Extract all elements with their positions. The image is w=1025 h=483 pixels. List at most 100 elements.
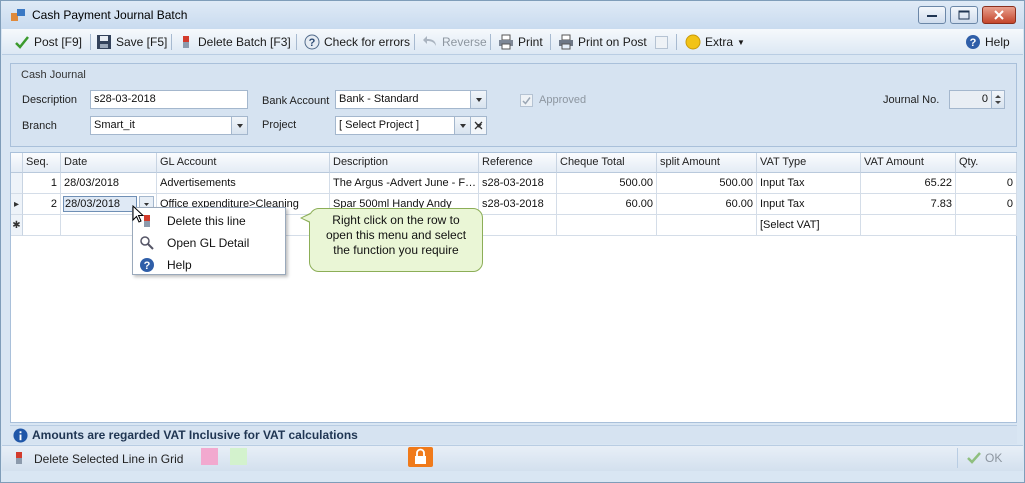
cell-description[interactable]: The Argus -Advert June - F…	[330, 173, 479, 194]
cell-seq[interactable]	[23, 215, 61, 236]
column-header-description[interactable]: Description	[330, 153, 479, 173]
column-header-gl-account[interactable]: GL Account	[157, 153, 330, 173]
print-label: Print	[518, 35, 543, 49]
cell-cheque-total[interactable]: 60.00	[557, 194, 657, 215]
current-row-indicator[interactable]: ▸	[11, 194, 23, 215]
help-button[interactable]: ? Help	[965, 32, 1010, 52]
green-color-swatch	[230, 448, 247, 465]
info-icon	[13, 428, 28, 443]
column-header-vat-type[interactable]: VAT Type	[757, 153, 861, 173]
svg-text:?: ?	[309, 37, 316, 49]
project-clear-button[interactable]	[470, 116, 487, 135]
lock-button[interactable]	[408, 447, 433, 467]
row-indicator[interactable]	[11, 173, 23, 194]
cell-qty[interactable]: 0	[956, 194, 1017, 215]
journal-no-spinner[interactable]	[991, 90, 1005, 109]
project-dropdown-button[interactable]	[454, 116, 471, 135]
check-errors-button[interactable]: ? Check for errors	[304, 32, 410, 52]
cell-split-amount[interactable]	[657, 215, 757, 236]
cell-qty[interactable]	[956, 215, 1017, 236]
project-select[interactable]: [ Select Project ]	[335, 116, 455, 135]
cell-date[interactable]: 28/03/2018	[61, 173, 157, 194]
checkmark-icon	[522, 97, 531, 105]
toolbar-separator	[490, 34, 491, 50]
print-on-post-button[interactable]: Print on Post	[558, 32, 668, 52]
window-title: Cash Payment Journal Batch	[32, 8, 188, 22]
cell-vat-amount[interactable]: 65.22	[861, 173, 956, 194]
status-text: Delete Selected Line in Grid	[34, 452, 184, 466]
title-bar: Cash Payment Journal Batch	[1, 1, 1024, 29]
cell-vat-amount[interactable]: 7.83	[861, 194, 956, 215]
cell-vat-type[interactable]: [Select VAT]	[757, 215, 861, 236]
delete-batch-label: Delete Batch [F3]	[198, 35, 291, 49]
callout-line: Right click on the row to	[332, 213, 460, 227]
bank-account-dropdown-button[interactable]	[470, 90, 487, 109]
grid-corner	[11, 153, 23, 173]
maximize-button[interactable]	[950, 6, 978, 24]
reverse-button[interactable]: Reverse	[422, 32, 487, 52]
print-on-post-checkbox[interactable]	[654, 35, 668, 49]
tooltip-callout: Right click on the row to open this menu…	[300, 208, 483, 272]
bank-account-select[interactable]: Bank - Standard	[335, 90, 471, 109]
cell-vat-type[interactable]: Input Tax	[757, 173, 861, 194]
column-header-qty[interactable]: Qty.	[956, 153, 1017, 173]
cell-gl-account[interactable]: Advertisements	[157, 173, 330, 194]
app-icon	[11, 9, 25, 21]
clear-x-icon	[471, 117, 486, 134]
app-window: Cash Payment Journal Batch Post [F9] Sav…	[0, 0, 1025, 483]
new-row-indicator[interactable]: ✱	[11, 215, 23, 236]
cell-split-amount[interactable]: 60.00	[657, 194, 757, 215]
extra-menu-button[interactable]: Extra ▼	[685, 32, 745, 52]
cell-vat-type[interactable]: Input Tax	[757, 194, 861, 215]
cell-reference[interactable]: s28-03-2018	[479, 194, 557, 215]
toolbar-separator	[296, 34, 297, 50]
column-header-date[interactable]: Date	[61, 153, 157, 173]
cell-seq[interactable]: 2	[23, 194, 61, 215]
journal-grid: Seq. Date GL Account Description Referen…	[10, 152, 1017, 423]
project-label: Project	[262, 119, 297, 131]
cell-cheque-total[interactable]	[557, 215, 657, 236]
help-icon: ?	[140, 258, 154, 272]
save-button[interactable]: Save [F5]	[96, 32, 167, 52]
vat-info-text: Amounts are regarded VAT Inclusive for V…	[32, 428, 358, 442]
column-header-seq[interactable]: Seq.	[23, 153, 61, 173]
ok-button[interactable]: OK	[957, 448, 1015, 468]
close-button[interactable]	[982, 6, 1016, 24]
checkmark-icon	[15, 36, 29, 49]
toolbar: Post [F9] Save [F5] Delete Batch [F3] ? …	[2, 29, 1023, 55]
approved-checkbox[interactable]	[520, 94, 533, 107]
column-header-cheque-total[interactable]: Cheque Total	[557, 153, 657, 173]
help-icon: ?	[966, 35, 980, 49]
branch-dropdown-button[interactable]	[231, 116, 248, 135]
help-question-icon: ?	[304, 34, 320, 50]
cell-cheque-total[interactable]: 500.00	[557, 173, 657, 194]
post-button[interactable]: Post [F9]	[14, 32, 82, 52]
cell-reference[interactable]: s28-03-2018	[479, 173, 557, 194]
date-editor-value[interactable]: 28/03/2018	[63, 196, 137, 212]
menu-item-help[interactable]: ? Help	[133, 254, 285, 276]
print-button[interactable]: Print	[498, 32, 543, 52]
journal-no-input[interactable]: 0	[949, 90, 992, 109]
cell-vat-amount[interactable]	[861, 215, 956, 236]
minimize-button[interactable]	[918, 6, 946, 24]
column-header-split-amount[interactable]: split Amount	[657, 153, 757, 173]
cell-reference[interactable]	[479, 215, 557, 236]
branch-select[interactable]: Smart_it	[90, 116, 232, 135]
menu-item-label: Open GL Detail	[167, 236, 250, 250]
cell-qty[interactable]: 0	[956, 173, 1017, 194]
column-header-reference[interactable]: Reference	[479, 153, 557, 173]
vat-info-bar: Amounts are regarded VAT Inclusive for V…	[10, 425, 1017, 444]
description-input[interactable]: s28-03-2018	[90, 90, 248, 109]
journal-no-label: Journal No.	[883, 94, 940, 106]
save-label: Save [F5]	[116, 35, 168, 49]
cell-split-amount[interactable]: 500.00	[657, 173, 757, 194]
cash-journal-panel: Cash Journal Description s28-03-2018 Bra…	[10, 63, 1017, 147]
callout-line: open this menu and select	[325, 228, 467, 242]
delete-batch-button[interactable]: Delete Batch [F3]	[178, 32, 291, 52]
cell-seq[interactable]: 1	[23, 173, 61, 194]
menu-item-open-gl-detail[interactable]: Open GL Detail	[133, 232, 285, 254]
bank-account-label: Bank Account	[262, 95, 330, 107]
menu-item-delete-line[interactable]: Delete this line	[133, 210, 285, 232]
reverse-label: Reverse	[442, 35, 487, 49]
column-header-vat-amount[interactable]: VAT Amount	[861, 153, 956, 173]
